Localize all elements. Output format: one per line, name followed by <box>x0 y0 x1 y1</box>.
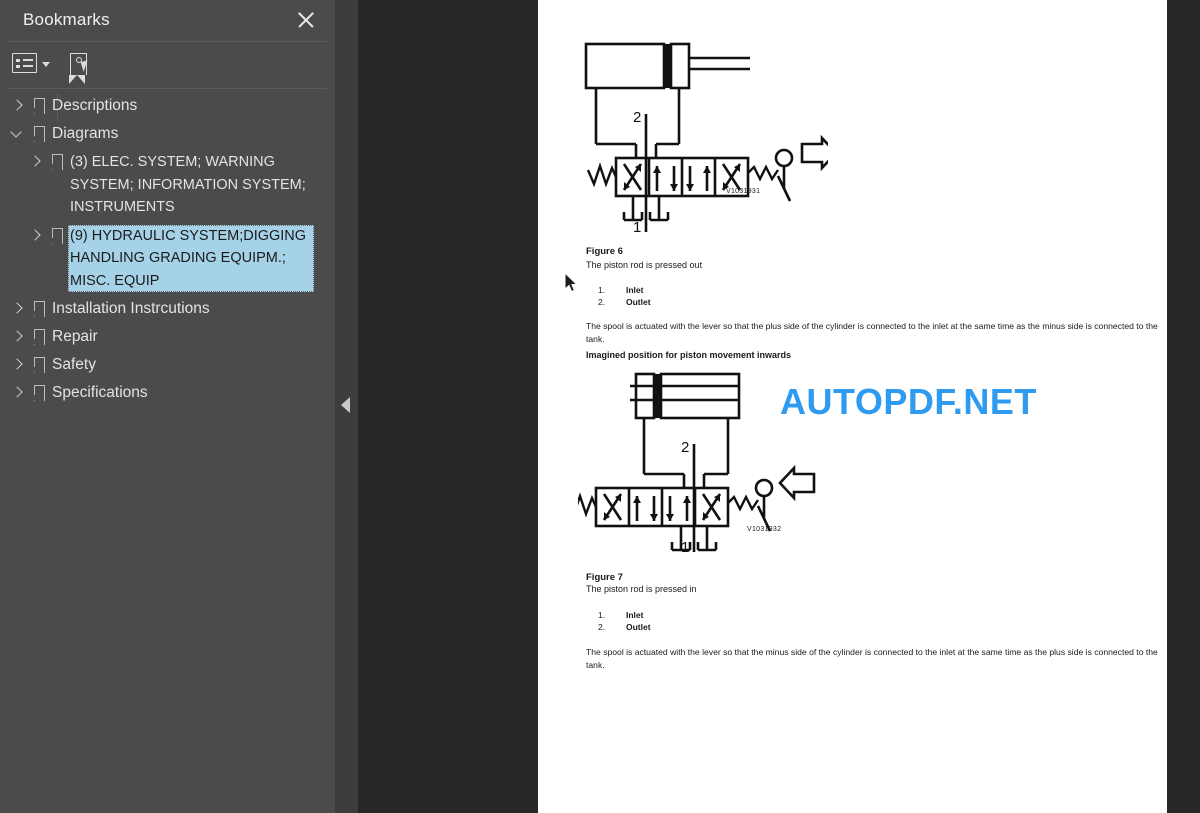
list-dot <box>16 65 20 68</box>
figure6-title: Figure 6 <box>586 246 623 257</box>
figure7-diagram: 2 1 V1031932 <box>578 366 828 556</box>
figure7-item-1-num: 1. <box>598 610 606 620</box>
chevron-right-icon[interactable] <box>6 326 28 348</box>
page-title: Bookmarks <box>23 10 110 29</box>
figure7-title: Figure 7 <box>586 572 623 583</box>
chevron-down-icon[interactable] <box>42 62 50 67</box>
bookmark-icon <box>28 326 50 348</box>
figure7-paragraph: The spool is actuated with the lever so … <box>586 647 1158 670</box>
mouse-pointer-icon <box>565 273 578 293</box>
bookmark-item[interactable]: Installation Instrcutions <box>0 295 335 323</box>
bookmark-item[interactable]: (9) HYDRAULIC SYSTEM;DIGGING HANDLING GR… <box>0 222 335 296</box>
figure7-item-2-text: Outlet <box>626 622 651 632</box>
direction-arrow-left-icon <box>778 464 816 502</box>
bookmark-icon <box>28 354 50 376</box>
pdf-viewer-area[interactable]: 2 1 V1031931 Figure 6 The piston rod is … <box>358 0 1200 813</box>
bookmark-item[interactable]: (3) ELEC. SYSTEM; WARNING SYSTEM; INFORM… <box>0 148 335 222</box>
pointer-glyph <box>80 60 91 72</box>
figure6-paragraph: The spool is actuated with the lever so … <box>586 321 1158 344</box>
bookmark-item-label: Installation Instrcutions <box>52 300 210 317</box>
port-2-label: 2 <box>633 109 641 126</box>
bookmark-item-label: Descriptions <box>52 97 138 114</box>
chevron-right-icon[interactable] <box>6 354 28 376</box>
figure6-diagram: 2 1 V1031931 <box>578 36 828 236</box>
chevron-right-icon[interactable] <box>6 382 28 404</box>
bookmark-icon <box>28 382 50 404</box>
bookmarks-panel: Bookmarks DescriptionsDiagrams(3) ELEC <box>0 0 335 813</box>
chevron-right-icon[interactable] <box>24 225 46 247</box>
list-dot <box>16 59 20 62</box>
list-line <box>23 65 33 67</box>
bookmark-item-label: Safety <box>52 356 96 373</box>
chevron-right-icon[interactable] <box>6 298 28 320</box>
bookmark-item-label: (9) HYDRAULIC SYSTEM;DIGGING HANDLING GR… <box>68 224 314 292</box>
figure6-item-1-num: 1. <box>598 285 606 295</box>
bookmark-item-label: (3) ELEC. SYSTEM; WARNING SYSTEM; INFORM… <box>70 154 306 215</box>
list-line <box>23 59 33 61</box>
toolbar-divider-line <box>8 88 327 89</box>
hydraulic-schematic-2: 2 1 <box>578 372 816 556</box>
bookmark-icon <box>28 298 50 320</box>
figure7-item-1-text: Inlet <box>626 610 644 620</box>
figure6-item-2-text: Outlet <box>626 297 651 307</box>
chevron-down-icon[interactable] <box>6 123 28 145</box>
pdf-page: 2 1 V1031931 Figure 6 The piston rod is … <box>538 0 1167 813</box>
direction-arrow-right-icon <box>800 134 828 172</box>
figure6-note: Imagined position for piston movement in… <box>586 350 792 360</box>
figure7-subtitle: The piston rod is pressed in <box>586 584 697 594</box>
bookmark-icon <box>46 225 68 247</box>
panel-collapse-strip[interactable] <box>335 0 358 813</box>
bookmark-item[interactable]: Diagrams <box>0 120 335 148</box>
chevron-right-icon[interactable] <box>24 151 46 173</box>
figure7-diagram-code: V1031932 <box>747 526 782 533</box>
figure6-item-1-text: Inlet <box>626 285 644 295</box>
figure6-item-2-num: 2. <box>598 297 606 307</box>
bookmark-icon <box>28 95 50 117</box>
figure7-item-2-num: 2. <box>598 622 606 632</box>
new-bookmark-icon[interactable] <box>68 53 96 84</box>
bookmark-item[interactable]: Repair <box>0 323 335 351</box>
port-1-label: 1 <box>681 539 689 556</box>
port-2-label: 2 <box>681 439 689 456</box>
bookmarks-panel-header: Bookmarks <box>0 0 335 41</box>
bookmark-icon <box>28 123 50 145</box>
bookmark-icon <box>46 151 68 173</box>
bookmark-item-label: Repair <box>52 328 98 345</box>
chevron-right-icon[interactable] <box>6 95 28 117</box>
bookmark-tree: Descriptions Diagrams (3) ELEC. SYSTEM; WA… <box>0 92 335 407</box>
hydraulic-schematic-1: 2 1 <box>584 42 828 236</box>
bookmark-item[interactable]: Descriptions <box>0 92 335 120</box>
collapse-panel-left-icon[interactable] <box>341 397 350 413</box>
page-content: 2 1 V1031931 Figure 6 The piston rod is … <box>538 0 1167 813</box>
bookmark-item-label: Diagrams <box>52 125 119 142</box>
close-icon[interactable] <box>294 8 318 32</box>
bookmarks-toolbar <box>0 42 335 120</box>
bookmark-options-list-icon[interactable] <box>12 53 52 77</box>
bookmark-item-label: Specifications <box>52 384 148 401</box>
bookmark-item[interactable]: Specifications <box>0 379 335 407</box>
list-glyph <box>12 53 37 73</box>
figure6-diagram-code: V1031931 <box>726 188 761 195</box>
bookmark-item[interactable]: Safety <box>0 351 335 379</box>
pdf-viewer-window: Bookmarks DescriptionsDiagrams(3) ELEC <box>0 0 1200 813</box>
port-1-label: 1 <box>633 219 641 236</box>
figure6-subtitle: The piston rod is pressed out <box>586 260 703 270</box>
